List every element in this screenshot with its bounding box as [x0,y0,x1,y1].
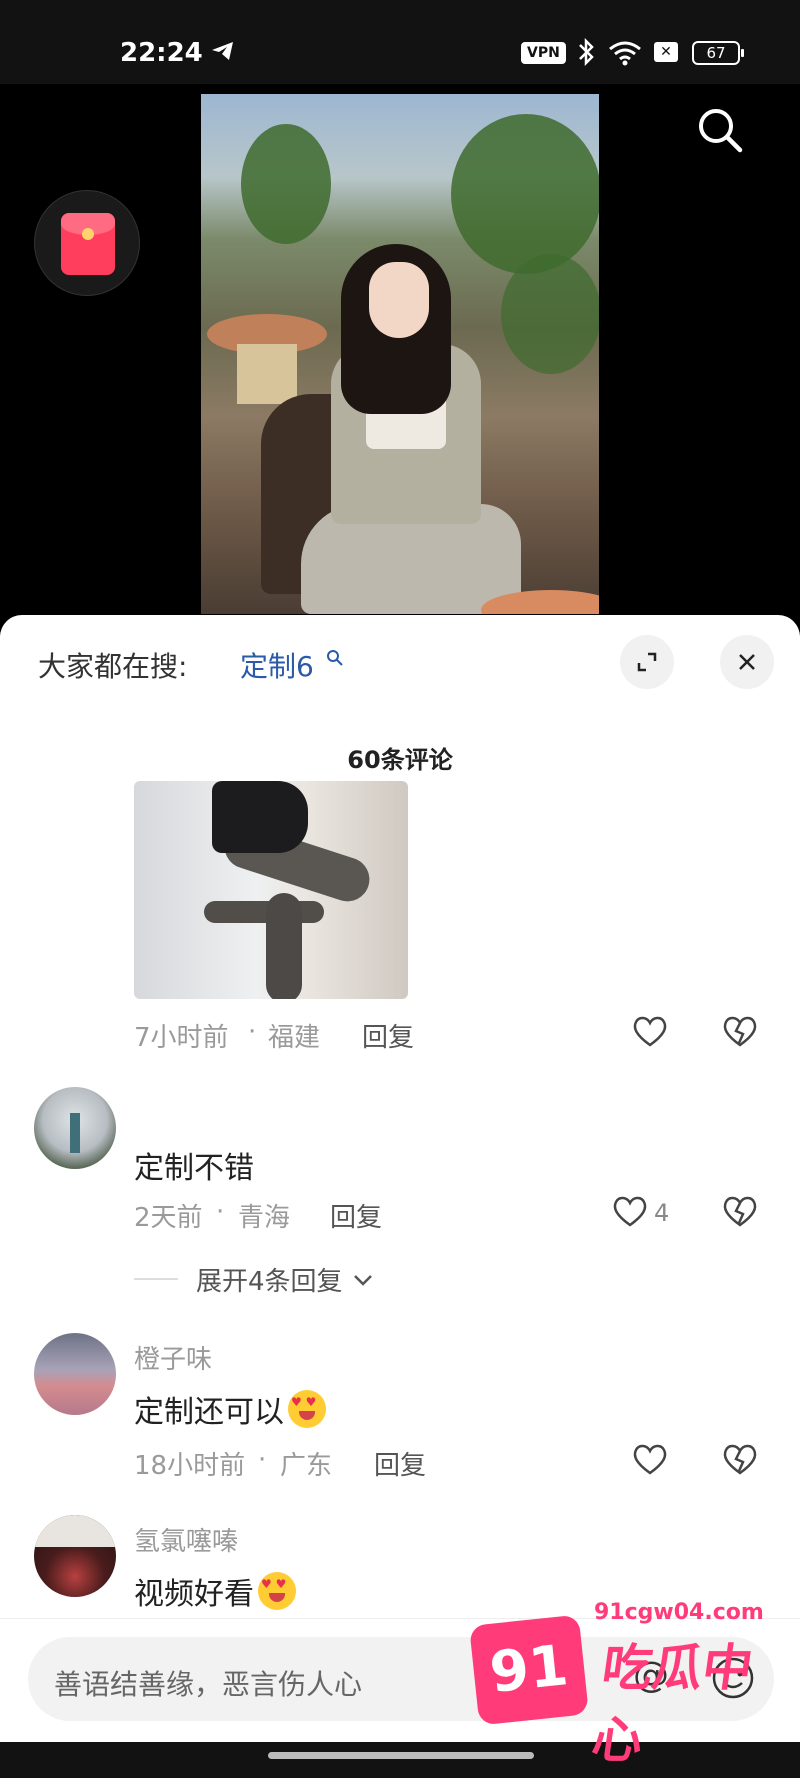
reply-button[interactable]: 回复 [330,1197,382,1234]
reply-button[interactable]: 回复 [362,1017,414,1054]
broken-heart-icon[interactable] [720,1011,760,1051]
video-frame-photo [201,94,599,614]
video-player[interactable] [0,84,800,624]
telegram-icon [212,42,233,60]
avatar[interactable] [34,1087,116,1169]
avatar[interactable] [34,1515,116,1597]
expand-replies-button[interactable]: 展开4条回复 [196,1261,374,1298]
comment-text: 视频好看 [134,1577,254,1612]
vpn-badge: VPN [521,42,566,64]
comment-location: 青海 [238,1203,291,1233]
comment-input-placeholder: 善语结善缘，恶言伤人心 [54,1668,363,1701]
trending-search-label: 大家都在搜: [38,650,188,683]
search-icon[interactable] [326,649,344,667]
comment-text: 定制不错 [134,1151,254,1186]
comment-meta-separator: · [258,1445,267,1475]
heart-icon[interactable] [610,1191,650,1231]
battery-indicator: 67 [692,41,744,65]
status-bar: 22:24 VPN ✕ 67 [0,0,800,84]
comment-image[interactable] [134,781,408,999]
comment-text-row: 视频好看 [134,1569,296,1613]
like-count: 4 [654,1199,670,1227]
comment-meta-separator: · [216,1197,225,1227]
heart-eyes-emoji-icon [288,1390,326,1428]
bluetooth-icon [579,38,594,66]
comment-username[interactable]: 氢氯噻嗪 [134,1521,238,1558]
comment-count-title: 60条评论 [347,746,453,774]
divider [134,1278,178,1280]
broken-heart-icon[interactable] [720,1191,760,1231]
heart-icon[interactable] [630,1011,670,1051]
watermark: 91 91cgw04.com 吃瓜中心 [469,1598,764,1769]
wifi-icon [609,41,641,66]
comment-time: 18小时前 [134,1451,246,1481]
comment-location: 福建 [268,1023,321,1053]
comment-time: 2天前 [134,1203,203,1233]
close-button[interactable] [720,635,774,689]
heart-icon[interactable] [630,1439,670,1479]
watermark-badge: 91 [469,1614,589,1726]
red-packet-icon[interactable] [34,190,140,296]
watermark-brand: 吃瓜中心 [588,1639,757,1769]
notification-x-icon: ✕ [654,42,678,62]
chevron-down-icon [353,1275,372,1286]
clock: 22:24 [120,38,203,68]
comment-meta-separator: · [248,1017,257,1047]
comment-text-row: 定制还可以 [134,1387,326,1431]
comment-location: 广东 [280,1451,333,1481]
watermark-url: 91cgw04.com [594,1600,764,1625]
heart-eyes-emoji-icon [258,1572,296,1610]
comment-time: 7小时前 [134,1023,229,1053]
close-icon [739,654,755,670]
reply-button[interactable]: 回复 [374,1445,426,1482]
avatar[interactable] [34,1333,116,1415]
comment-username[interactable]: 橙子味 [134,1339,212,1376]
expand-icon [637,652,657,672]
search-icon[interactable] [692,102,748,158]
expand-button[interactable] [620,635,674,689]
trending-search-keyword[interactable]: 定制6 [240,645,314,685]
home-indicator[interactable] [268,1752,534,1759]
expand-replies-label: 展开4条回复 [196,1267,343,1297]
comment-text: 定制还可以 [134,1395,284,1430]
broken-heart-icon[interactable] [720,1439,760,1479]
